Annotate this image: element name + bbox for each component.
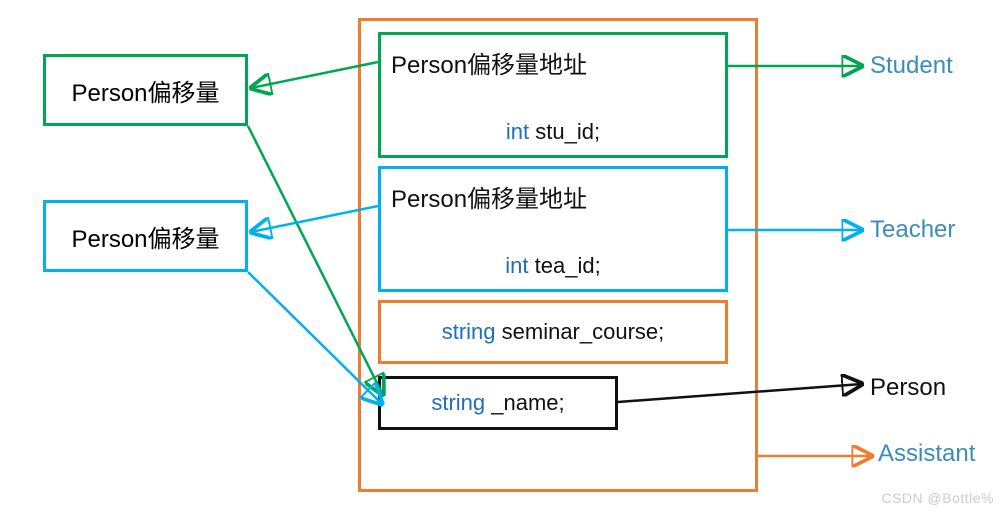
watermark: CSDN @Bottle% xyxy=(881,490,994,506)
student-field: int stu_id; xyxy=(381,119,725,145)
seminar-field-name: seminar_course; xyxy=(502,319,665,344)
name-field-type: string xyxy=(431,390,485,415)
caption-teacher: Teacher xyxy=(870,216,955,244)
teacher-field-type: int xyxy=(505,253,528,278)
caption-person: Person xyxy=(870,374,946,402)
student-field-name: stu_id; xyxy=(535,119,600,144)
person-offset-label-teacher: Person偏移量 xyxy=(71,219,219,254)
caption-student: Student xyxy=(870,52,953,80)
caption-assistant: Assistant xyxy=(878,440,975,468)
name-field-name: _name; xyxy=(491,390,564,415)
teacher-vbptr-header: Person偏移量地址 xyxy=(391,179,587,214)
seminar-field-type: string xyxy=(442,319,496,344)
person-offset-label-student: Person偏移量 xyxy=(71,73,219,108)
person-field: string _name; xyxy=(431,390,564,416)
person-offset-box-teacher: Person偏移量 xyxy=(43,200,248,272)
student-subobject-box: Person偏移量地址 int stu_id; xyxy=(378,32,728,158)
assistant-own-field: string seminar_course; xyxy=(442,319,665,345)
student-field-type: int xyxy=(506,119,529,144)
teacher-field-name: tea_id; xyxy=(535,253,601,278)
teacher-subobject-box: Person偏移量地址 int tea_id; xyxy=(378,166,728,292)
assistant-own-field-box: string seminar_course; xyxy=(378,300,728,364)
person-offset-box-student: Person偏移量 xyxy=(43,54,248,126)
teacher-field: int tea_id; xyxy=(381,253,725,279)
person-subobject-box: string _name; xyxy=(378,376,618,430)
diagram-stage: Person偏移量 Person偏移量 Person偏移量地址 int stu_… xyxy=(0,0,1008,512)
student-vbptr-header: Person偏移量地址 xyxy=(391,45,587,80)
